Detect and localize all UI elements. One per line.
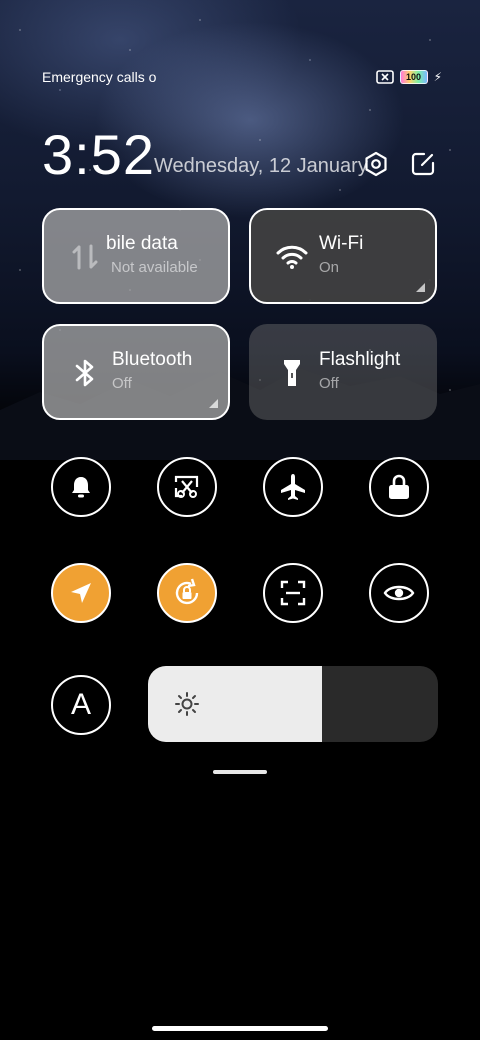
- wifi-icon: [275, 240, 309, 274]
- settings-hex-icon[interactable]: [363, 151, 389, 177]
- mobile-data-icon: [68, 240, 102, 274]
- charging-icon: ⚡: [433, 70, 442, 84]
- panel-drag-handle[interactable]: [213, 770, 267, 774]
- lock-icon: [389, 474, 409, 499]
- rotation-lock-icon: [175, 578, 199, 605]
- screenshot-toggle[interactable]: [157, 457, 217, 517]
- tile-subtitle: Off: [112, 375, 132, 392]
- reading-mode-toggle[interactable]: [369, 563, 429, 623]
- expand-corner-icon: [209, 399, 218, 408]
- flashlight-icon: [275, 356, 309, 390]
- scan-toggle[interactable]: [263, 563, 323, 623]
- no-sim-icon: [375, 70, 394, 84]
- status-icons: 100 ⚡: [375, 70, 442, 84]
- tile-title: Bluetooth: [112, 349, 193, 370]
- expand-corner-icon: [416, 283, 425, 292]
- brightness-slider[interactable]: [148, 666, 438, 742]
- tile-mobile-data[interactable]: bile data Not available: [42, 208, 230, 304]
- bluetooth-icon: [68, 356, 102, 390]
- airplane-toggle[interactable]: [263, 457, 323, 517]
- rotation-lock-toggle[interactable]: [157, 563, 217, 623]
- sun-icon: [175, 692, 199, 716]
- battery-icon: 100: [399, 70, 428, 84]
- bell-toggle[interactable]: [51, 457, 111, 517]
- airplane-icon: [281, 474, 305, 500]
- eye-icon: [383, 585, 415, 601]
- bell-icon: [72, 477, 90, 498]
- status-bar: Emergency calls o 100 ⚡: [42, 68, 442, 86]
- scan-icon: [280, 580, 306, 606]
- location-toggle[interactable]: [51, 563, 111, 623]
- tile-bluetooth[interactable]: Bluetooth Off: [42, 324, 230, 420]
- home-indicator[interactable]: [152, 1026, 328, 1031]
- tile-subtitle: Off: [319, 375, 339, 392]
- clock-time: 3:52: [42, 123, 155, 186]
- tile-subtitle: On: [319, 259, 340, 276]
- lock-toggle[interactable]: [369, 457, 429, 517]
- tile-title: bile data: [106, 233, 178, 254]
- clock-date: Wednesday, 12 January: [154, 155, 368, 177]
- edit-icon[interactable]: [410, 151, 436, 177]
- tile-wifi[interactable]: Wi-Fi On: [249, 208, 437, 304]
- tile-title: Wi-Fi: [319, 233, 364, 254]
- emergency-calls-text: Emergency calls o: [42, 69, 157, 85]
- auto-brightness-toggle[interactable]: A: [51, 675, 111, 735]
- tile-title: Flashlight: [319, 349, 401, 370]
- tile-subtitle: Not available: [111, 259, 198, 276]
- auto-brightness-icon: A: [70, 688, 91, 721]
- location-icon: [71, 583, 91, 603]
- screenshot-icon: [174, 475, 199, 498]
- tile-flashlight[interactable]: Flashlight Off: [249, 324, 437, 420]
